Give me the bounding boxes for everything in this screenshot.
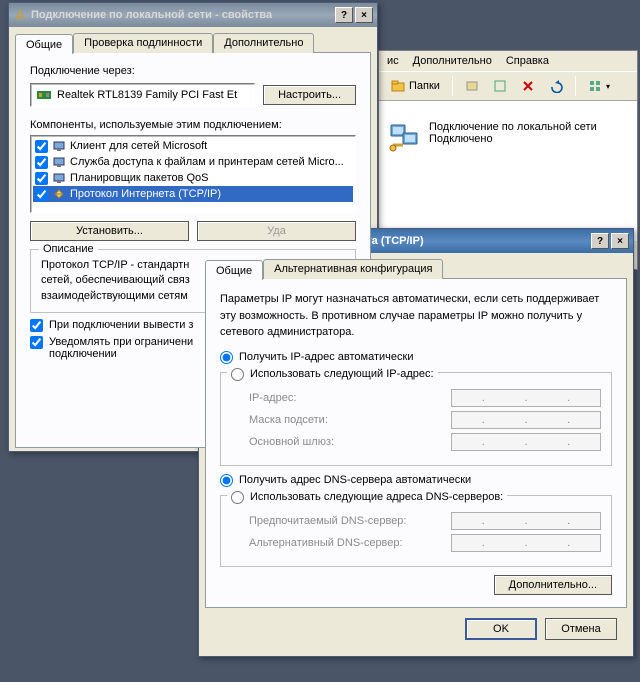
toolbar: Папки ▾	[379, 71, 637, 101]
help-button[interactable]: ?	[335, 7, 353, 23]
dns-manual-label: Использовать следующие адреса DNS-сервер…	[250, 491, 503, 503]
connection-item[interactable]: Подключение по локальной сети Подключено	[389, 121, 627, 153]
menu-item-help[interactable]: Справка	[506, 55, 549, 67]
service-icon	[52, 171, 66, 185]
window-title: Подключение по локальной сети - свойства	[27, 9, 333, 21]
folder-icon	[391, 79, 405, 93]
menubar: ис Дополнительно Справка	[379, 51, 637, 71]
toolbar-button[interactable]	[489, 77, 511, 95]
toolbar-button[interactable]	[461, 77, 483, 95]
ip-manual-radio[interactable]	[231, 368, 244, 381]
separator	[575, 76, 576, 96]
titlebar[interactable]: Подключение по локальной сети - свойства…	[9, 3, 377, 27]
dns-auto-radio[interactable]	[220, 474, 233, 487]
cancel-button[interactable]: Отмена	[545, 618, 617, 640]
tab-auth[interactable]: Проверка подлинности	[73, 33, 213, 53]
uninstall-button[interactable]: Уда	[197, 221, 356, 241]
client-icon	[52, 139, 66, 153]
ip-address-field: ...	[451, 389, 601, 407]
close-button[interactable]: ×	[355, 7, 373, 23]
install-button[interactable]: Установить...	[30, 221, 189, 241]
list-item-label: Протокол Интернета (TCP/IP)	[70, 188, 221, 200]
close-button[interactable]: ×	[611, 233, 629, 249]
tab-advanced[interactable]: Дополнительно	[213, 33, 314, 53]
chevron-down-icon: ▾	[606, 82, 610, 91]
components-list[interactable]: Клиент для сетей Microsoft Служба доступ…	[30, 135, 356, 213]
separator	[452, 76, 453, 96]
tab-general[interactable]: Общие	[15, 34, 73, 54]
menu-item[interactable]: ис	[387, 55, 399, 67]
delete-button[interactable]	[517, 77, 539, 95]
checkbox[interactable]	[35, 156, 48, 169]
list-item-label: Служба доступа к файлам и принтерам сете…	[70, 156, 344, 168]
notify-limited-label: Уведомлять при ограничени подключении	[49, 336, 193, 360]
subnet-mask-field: ...	[451, 411, 601, 429]
list-item[interactable]: Служба доступа к файлам и принтерам сете…	[33, 154, 353, 170]
connect-via-label: Подключение через:	[30, 65, 356, 77]
ip-address-label: IP-адрес:	[249, 392, 451, 404]
folders-label: Папки	[409, 80, 440, 92]
folders-button[interactable]: Папки	[387, 77, 444, 95]
checkbox[interactable]	[35, 188, 48, 201]
dns-preferred-label: Предпочитаемый DNS-сервер:	[249, 515, 451, 527]
list-item[interactable]: Клиент для сетей Microsoft	[33, 138, 353, 154]
explorer-body: Подключение по локальной сети Подключено	[379, 101, 637, 241]
advanced-button[interactable]: Дополнительно...	[494, 575, 612, 595]
connection-name: Подключение по локальной сети	[429, 121, 597, 133]
service-icon	[52, 155, 66, 169]
show-icon-checkbox[interactable]	[30, 319, 43, 332]
tabs: Общие Альтернативная конфигурация	[205, 259, 627, 279]
list-item-label: Планировщик пакетов QoS	[70, 172, 209, 184]
list-item[interactable]: Планировщик пакетов QoS	[33, 170, 353, 186]
show-icon-label: При подключении вывести з	[49, 319, 193, 331]
gateway-field: ...	[451, 433, 601, 451]
views-button[interactable]: ▾	[584, 77, 614, 95]
tab-general[interactable]: Общие	[205, 260, 263, 280]
dns-manual-radio[interactable]	[231, 491, 244, 504]
connection-status: Подключено	[429, 133, 597, 145]
checkbox[interactable]	[35, 140, 48, 153]
connection-text: Подключение по локальной сети Подключено	[429, 121, 597, 145]
help-button[interactable]: ?	[591, 233, 609, 249]
configure-button[interactable]: Настроить...	[263, 85, 356, 105]
tab-alternate[interactable]: Альтернативная конфигурация	[263, 259, 443, 279]
window-icon	[13, 8, 27, 22]
ip-auto-label: Получить IP-адрес автоматически	[239, 351, 413, 363]
network-connection-icon	[389, 121, 421, 153]
adapter-name: Realtek RTL8139 Family PCI Fast Et	[57, 89, 237, 101]
protocol-icon	[52, 187, 66, 201]
tcpip-properties-window: Свойства: Протокол Интернета (TCP/IP) ? …	[198, 228, 634, 657]
description-heading: Описание	[39, 242, 98, 257]
checkbox[interactable]	[35, 172, 48, 185]
notify-limited-checkbox[interactable]	[30, 336, 43, 349]
nic-icon	[37, 88, 51, 102]
list-item[interactable]: Протокол Интернета (TCP/IP)	[33, 186, 353, 202]
ip-auto-radio[interactable]	[220, 351, 233, 364]
dns-auto-label: Получить адрес DNS-сервера автоматически	[239, 474, 471, 486]
dns-alternate-field: ...	[451, 534, 601, 552]
subnet-mask-label: Маска подсети:	[249, 414, 451, 426]
dns-preferred-field: ...	[451, 512, 601, 530]
ip-manual-label: Использовать следующий IP-адрес:	[250, 368, 434, 380]
info-text: Параметры IP могут назначаться автоматич…	[220, 291, 612, 341]
menu-item-advanced[interactable]: Дополнительно	[413, 55, 492, 67]
tabs: Общие Проверка подлинности Дополнительно	[15, 33, 371, 53]
adapter-box: Realtek RTL8139 Family PCI Fast Et	[30, 83, 255, 107]
ok-button[interactable]: OK	[465, 618, 537, 640]
gateway-label: Основной шлюз:	[249, 436, 451, 448]
list-item-label: Клиент для сетей Microsoft	[70, 140, 207, 152]
undo-button[interactable]	[545, 77, 567, 95]
dns-alternate-label: Альтернативный DNS-сервер:	[249, 537, 451, 549]
components-label: Компоненты, используемые этим подключени…	[30, 119, 356, 131]
